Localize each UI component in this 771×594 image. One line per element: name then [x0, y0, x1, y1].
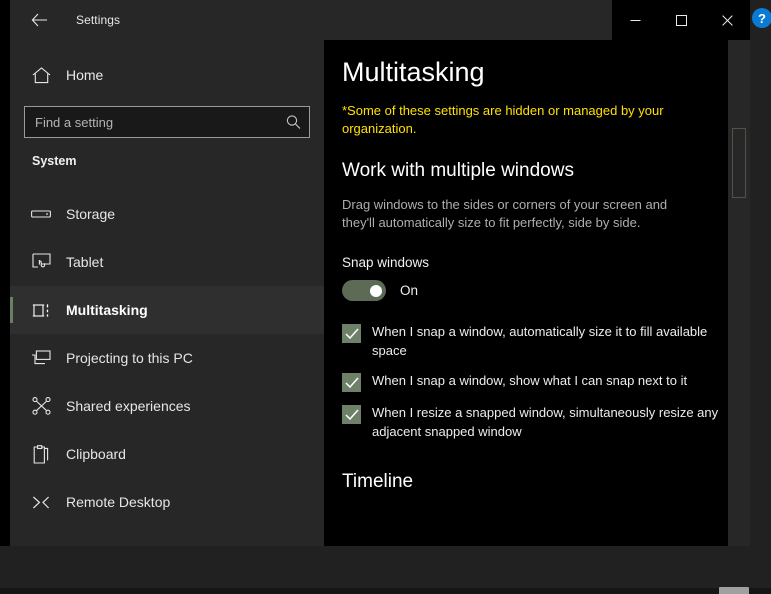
back-button[interactable] — [16, 4, 62, 36]
sidebar-item-label: Shared experiences — [66, 398, 191, 414]
work-with-multiple-windows-heading: Work with multiple windows — [342, 159, 574, 181]
search-input[interactable] — [25, 107, 309, 137]
sidebar-item-multitasking[interactable]: Multitasking — [10, 286, 324, 334]
taskbar-tab[interactable] — [719, 587, 749, 594]
sidebar-home-label: Home — [66, 67, 104, 83]
minimize-button[interactable] — [612, 0, 658, 40]
snap-option-label: When I snap a window, automatically size… — [372, 324, 708, 358]
snap-windows-toggle-row: On — [342, 280, 724, 302]
sidebar-item-clipboard[interactable]: Clipboard — [10, 430, 324, 478]
multitasking-windows-icon — [24, 302, 58, 319]
sidebar-item-label: Multitasking — [66, 302, 148, 318]
back-arrow-icon — [31, 13, 47, 27]
sidebar-item-label: Projecting to this PC — [66, 350, 193, 366]
window-body: Home System — [10, 40, 750, 546]
snap-option-row: When I snap a window, automatically size… — [342, 323, 724, 360]
snap-windows-toggle-state: On — [400, 283, 419, 299]
home-icon — [24, 66, 58, 84]
managed-by-organization-note: *Some of these settings are hidden or ma… — [342, 102, 664, 136]
sidebar-item-storage[interactable]: Storage — [10, 190, 324, 238]
sidebar-section-label: System — [32, 154, 77, 168]
shared-experiences-icon — [24, 397, 58, 415]
clipboard-icon — [24, 444, 58, 464]
checkmark-icon — [345, 377, 359, 389]
checkmark-icon — [345, 328, 359, 340]
checkmark-icon — [345, 409, 359, 421]
tablet-touch-icon — [24, 253, 58, 271]
snap-description: Drag windows to the sides or corners of … — [342, 196, 668, 231]
page-title: Multitasking — [342, 57, 485, 87]
maximize-button[interactable] — [658, 0, 704, 40]
desktop-left-strip — [0, 0, 10, 546]
settings-content-pane: Multitasking *Some of these settings are… — [324, 40, 750, 546]
desktop-bottom-band — [0, 546, 771, 594]
search-box[interactable] — [24, 106, 310, 138]
snap-resize-adjacent-checkbox[interactable] — [342, 405, 361, 425]
sidebar-item-label: Storage — [66, 206, 116, 222]
remote-desktop-icon — [24, 494, 58, 511]
timeline-heading: Timeline — [342, 471, 414, 493]
snap-windows-label: Snap windows — [342, 255, 430, 271]
window-title: Settings — [76, 13, 121, 27]
sidebar-item-label: Clipboard — [66, 446, 126, 462]
settings-sidebar: Home System — [10, 40, 324, 546]
help-badge[interactable]: ? — [752, 8, 771, 28]
desktop-bottom-edge — [0, 588, 771, 594]
window-titlebar[interactable]: Settings — [10, 0, 750, 40]
maximize-icon — [675, 14, 687, 26]
projecting-display-icon — [24, 350, 58, 366]
snap-option-label: When I resize a snapped window, simultan… — [372, 405, 719, 439]
window-caption-buttons — [612, 0, 750, 40]
snap-option-row: When I resize a snapped window, simultan… — [342, 404, 724, 441]
sidebar-item-projecting-to-this-pc[interactable]: Projecting to this PC — [10, 334, 324, 382]
search-icon[interactable] — [286, 115, 301, 130]
snap-show-suggestions-checkbox[interactable] — [342, 373, 361, 393]
sidebar-item-label: Remote Desktop — [66, 494, 171, 510]
sidebar-item-label: Tablet — [66, 254, 104, 270]
snap-option-label: When I snap a window, show what I can sn… — [372, 373, 688, 389]
storage-drive-icon — [24, 208, 58, 220]
sidebar-item-shared-experiences[interactable]: Shared experiences — [10, 382, 324, 430]
sidebar-item-tablet[interactable]: Tablet — [10, 238, 324, 286]
sidebar-nav-list: Storage Tablet Multitasking Projecting t… — [10, 190, 324, 526]
sidebar-item-home[interactable]: Home — [10, 58, 324, 92]
window-right-gutter — [728, 40, 750, 546]
minimize-icon — [630, 19, 640, 21]
sidebar-item-remote-desktop[interactable]: Remote Desktop — [10, 478, 324, 526]
snap-option-row: When I snap a window, show what I can sn… — [342, 372, 724, 393]
close-button[interactable] — [704, 0, 750, 40]
settings-window: Settings Home Find a setting System Stor… — [10, 0, 750, 546]
snap-autosize-checkbox[interactable] — [342, 324, 361, 344]
snap-windows-toggle[interactable] — [342, 280, 386, 302]
close-icon — [721, 14, 733, 26]
sidebar-search-wrap — [10, 92, 324, 138]
gutter-outline — [732, 128, 746, 198]
desktop-background: Settings Home Find a setting System Stor… — [0, 0, 771, 594]
